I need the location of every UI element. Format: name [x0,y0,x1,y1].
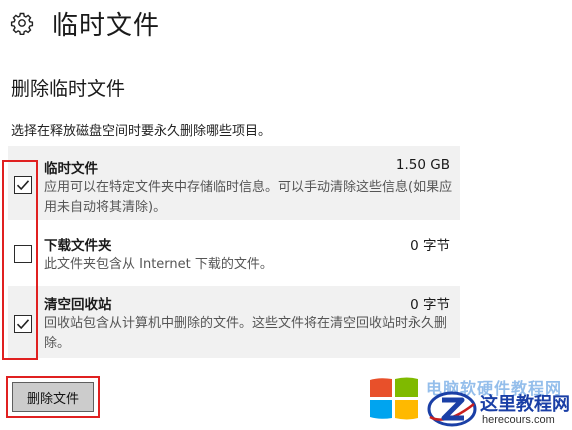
gear-icon[interactable] [10,11,34,35]
watermark: 电脑软硬件教程网 这里教程网 herecours.com [366,372,572,430]
page-header: 临时文件 [10,6,161,41]
item-name: 下载文件夹 [44,238,112,254]
item-size: 0 字节 [410,238,450,254]
instruction-text: 选择在释放磁盘空间时要永久删除哪些项目。 [11,124,272,139]
list-item-downloads[interactable]: 下载文件夹 0 字节 此文件夹包含从 Internet 下载的文件。 [8,228,460,278]
checkmark-icon [16,319,30,330]
item-size: 1.50 GB [395,157,450,173]
temp-file-list: 临时文件 1.50 GB 应用可以在特定文件夹中存储临时信息。可以手动清除这些信… [8,146,460,364]
item-name: 清空回收站 [44,297,112,313]
checkmark-icon [16,180,30,191]
item-size: 0 字节 [410,297,450,313]
list-item-temp-files[interactable]: 临时文件 1.50 GB 应用可以在特定文件夹中存储临时信息。可以手动清除这些信… [8,146,460,220]
watermark-domain: herecours.com [482,414,555,426]
checkbox-temp-files[interactable] [14,176,32,194]
item-description: 应用可以在特定文件夹中存储临时信息。可以手动清除这些信息(如果应用未自动将其清除… [44,180,453,215]
item-description: 此文件夹包含从 Internet 下载的文件。 [44,257,273,272]
item-name: 临时文件 [44,161,98,177]
checkbox-downloads[interactable] [14,245,32,263]
checkbox-recycle-bin[interactable] [14,315,32,333]
watermark-site-name: 这里教程网 [480,394,570,415]
page-title: 临时文件 [52,10,161,41]
delete-button-highlight-annotation: 删除文件 [6,376,100,418]
section-title: 删除临时文件 [11,78,126,100]
delete-files-button[interactable]: 删除文件 [12,382,94,412]
list-item-recycle-bin[interactable]: 清空回收站 0 字节 回收站包含从计算机中删除的文件。这些文件将在清空回收站时永… [8,286,460,358]
windows-logo-icon [370,377,418,420]
watermark-z-logo-icon [427,391,477,427]
item-description: 回收站包含从计算机中删除的文件。这些文件将在清空回收站时永久删除。 [44,316,448,351]
